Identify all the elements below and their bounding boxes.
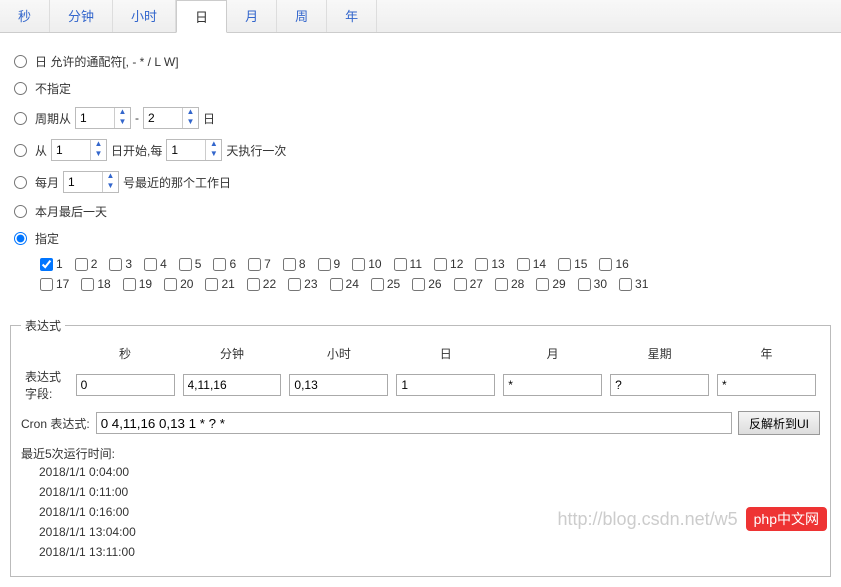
day-check-3[interactable]: 3 (109, 257, 132, 271)
tab-秒[interactable]: 秒 (0, 0, 50, 32)
run-time: 2018/1/1 0:11:00 (21, 482, 820, 502)
day-check-6[interactable]: 6 (213, 257, 236, 271)
day-check-19[interactable]: 19 (123, 277, 152, 291)
day-check-14[interactable]: 14 (517, 257, 546, 271)
tab-分钟[interactable]: 分钟 (50, 0, 113, 32)
day-check-9[interactable]: 9 (318, 257, 341, 271)
day-check-17[interactable]: 17 (40, 277, 69, 291)
tabs-bar: 秒分钟小时日月周年 (0, 0, 841, 33)
run-time: 2018/1/1 0:16:00 (21, 502, 820, 522)
chevron-down-icon[interactable]: ▼ (115, 118, 130, 128)
day-panel: 日 允许的通配符[, - * / L W] 不指定 周期从 ▲▼ - ▲▼ 日 … (0, 33, 841, 307)
day-check-25[interactable]: 25 (371, 277, 400, 291)
day-check-24[interactable]: 24 (330, 277, 359, 291)
day-check-10[interactable]: 10 (352, 257, 381, 271)
runs-section: 最近5次运行时间: 2018/1/1 0:04:002018/1/1 0:11:… (21, 445, 820, 562)
label-from-mid: 日开始,每 (111, 142, 162, 159)
spinner-from-interval[interactable]: ▲▼ (166, 139, 222, 161)
radio-unspecified[interactable] (14, 82, 27, 95)
cron-input[interactable] (96, 412, 732, 434)
label-from-suffix: 天执行一次 (226, 142, 286, 159)
label-monthly-suffix: 号最近的那个工作日 (123, 174, 231, 191)
day-check-28[interactable]: 28 (495, 277, 524, 291)
spinner-monthly[interactable]: ▲▼ (63, 171, 119, 193)
runs-label: 最近5次运行时间: (21, 445, 820, 462)
day-check-22[interactable]: 22 (247, 277, 276, 291)
expr-field-0[interactable] (76, 374, 175, 396)
tab-周[interactable]: 周 (277, 0, 327, 32)
day-check-26[interactable]: 26 (412, 277, 441, 291)
radio-last-day[interactable] (14, 205, 27, 218)
label-period-suffix: 日 (203, 110, 215, 127)
chevron-down-icon[interactable]: ▼ (183, 118, 198, 128)
expr-header: 小时 (285, 342, 392, 365)
tab-日[interactable]: 日 (176, 0, 227, 33)
radio-specified[interactable] (14, 232, 27, 245)
radio-monthly[interactable] (14, 176, 27, 189)
day-check-27[interactable]: 27 (454, 277, 483, 291)
day-check-31[interactable]: 31 (619, 277, 648, 291)
run-time: 2018/1/1 0:04:00 (21, 462, 820, 482)
label-specified: 指定 (35, 230, 59, 247)
expression-table: 秒分钟小时日月星期年 表达式字段: (21, 342, 820, 405)
day-check-4[interactable]: 4 (144, 257, 167, 271)
parse-button[interactable]: 反解析到UI (738, 411, 820, 435)
label-monthly: 每月 (35, 174, 59, 191)
day-check-13[interactable]: 13 (475, 257, 504, 271)
cron-label: Cron 表达式: (21, 415, 90, 432)
expr-field-3[interactable] (396, 374, 495, 396)
expr-field-2[interactable] (289, 374, 388, 396)
expr-header: 星期 (606, 342, 713, 365)
day-check-29[interactable]: 29 (536, 277, 565, 291)
day-check-2[interactable]: 2 (75, 257, 98, 271)
expr-field-1[interactable] (183, 374, 282, 396)
radio-period[interactable] (14, 112, 27, 125)
label-period-from: 周期从 (35, 110, 71, 127)
spinner-period-to[interactable]: ▲▼ (143, 107, 199, 129)
run-time: 2018/1/1 13:04:00 (21, 522, 820, 542)
label-last-day: 本月最后一天 (35, 203, 107, 220)
day-check-11[interactable]: 11 (394, 257, 422, 271)
day-check-20[interactable]: 20 (164, 277, 193, 291)
day-check-12[interactable]: 12 (434, 257, 463, 271)
expr-field-5[interactable] (610, 374, 709, 396)
day-check-16[interactable]: 16 (599, 257, 628, 271)
expr-header: 年 (713, 342, 820, 365)
chevron-down-icon[interactable]: ▼ (103, 182, 118, 192)
expr-field-4[interactable] (503, 374, 602, 396)
day-check-grid: 1234567891011121314151617181920212223242… (14, 257, 827, 297)
day-check-18[interactable]: 18 (81, 277, 110, 291)
expression-fields-label: 表达式字段: (21, 365, 72, 405)
day-check-5[interactable]: 5 (179, 257, 202, 271)
radio-wildcard[interactable] (14, 55, 27, 68)
day-check-7[interactable]: 7 (248, 257, 271, 271)
chevron-down-icon[interactable]: ▼ (206, 150, 221, 160)
day-check-23[interactable]: 23 (288, 277, 317, 291)
tab-月[interactable]: 月 (227, 0, 277, 32)
tab-小时[interactable]: 小时 (113, 0, 176, 32)
expr-header: 月 (499, 342, 606, 365)
run-time: 2018/1/1 13:11:00 (21, 542, 820, 562)
chevron-down-icon[interactable]: ▼ (91, 150, 106, 160)
expr-header: 分钟 (179, 342, 286, 365)
day-check-1[interactable]: 1 (40, 257, 63, 271)
day-check-21[interactable]: 21 (205, 277, 234, 291)
day-check-15[interactable]: 15 (558, 257, 587, 271)
spinner-from-start[interactable]: ▲▼ (51, 139, 107, 161)
day-check-30[interactable]: 30 (578, 277, 607, 291)
expression-legend: 表达式 (21, 317, 65, 334)
label-unspecified: 不指定 (35, 80, 71, 97)
tab-年[interactable]: 年 (327, 0, 377, 32)
expr-header: 秒 (72, 342, 179, 365)
label-from: 从 (35, 142, 47, 159)
expr-field-6[interactable] (717, 374, 816, 396)
expr-header: 日 (392, 342, 499, 365)
day-check-8[interactable]: 8 (283, 257, 306, 271)
label-wildcard: 日 允许的通配符[, - * / L W] (35, 53, 179, 70)
radio-from[interactable] (14, 144, 27, 157)
spinner-period-from[interactable]: ▲▼ (75, 107, 131, 129)
expression-fieldset: 表达式 秒分钟小时日月星期年 表达式字段: Cron 表达式: 反解析到UI 最… (10, 317, 831, 577)
